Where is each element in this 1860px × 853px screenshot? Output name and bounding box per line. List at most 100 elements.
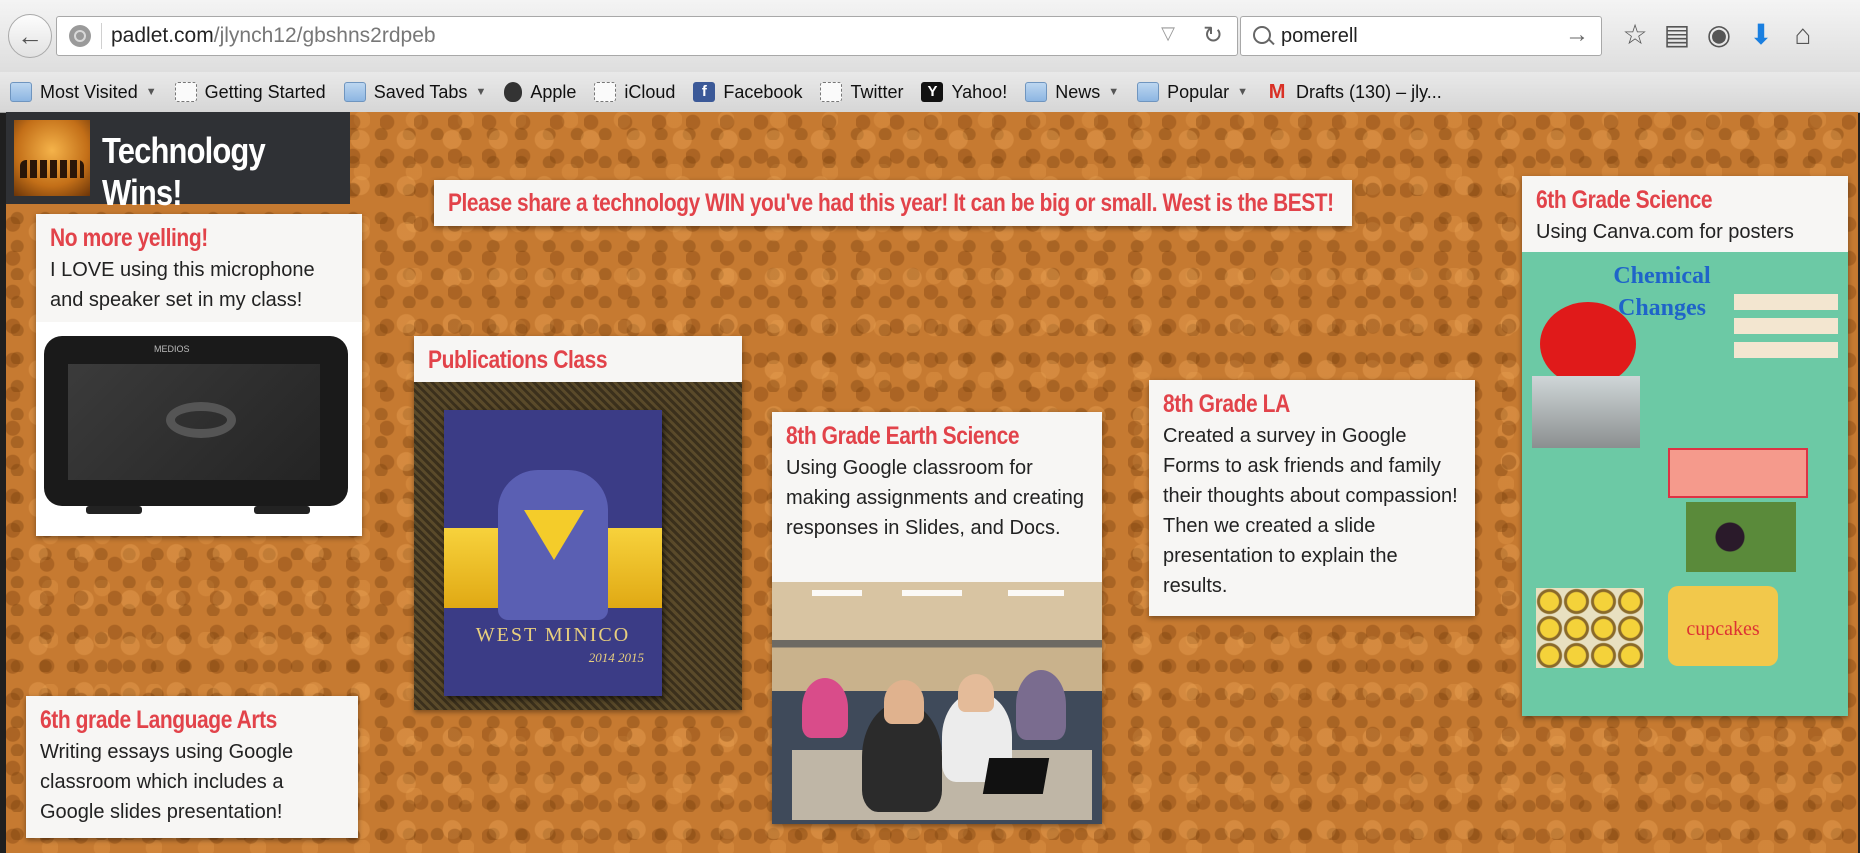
poster-chip	[1734, 342, 1838, 358]
reload-icon[interactable]: ↻	[1203, 21, 1223, 50]
tablet-logo	[166, 402, 236, 438]
padlet-board: Technology Wins! Please share a technolo…	[6, 112, 1858, 853]
page-icon	[820, 82, 843, 102]
bookmark-news[interactable]: News ▼	[1025, 82, 1119, 103]
classroom-photo	[772, 582, 1102, 824]
chevron-down-icon: ▼	[1108, 86, 1120, 98]
gmail-icon: M	[1268, 81, 1286, 103]
url-text[interactable]: padlet.com/jlynch12/gbshns2rdpeb	[111, 24, 436, 48]
post-no-more-yelling[interactable]: No more yelling! I LOVE using this micro…	[36, 214, 362, 536]
canva-poster-image: Chemical Changes cupcakes	[1522, 252, 1848, 716]
yearbook-title: WEST MINICO	[475, 624, 631, 646]
bookmark-label: News	[1055, 81, 1101, 102]
bookmark-saved-tabs[interactable]: Saved Tabs ▼	[343, 81, 487, 103]
board-header[interactable]: Technology Wins!	[6, 112, 350, 213]
bookmark-label: Drafts (130) – jly...	[1296, 81, 1442, 102]
poster-chip	[1734, 318, 1838, 334]
yearbook-year: 2014 2015	[588, 650, 644, 665]
bookmark-star-icon[interactable]: ☆	[1618, 18, 1652, 52]
student-face	[958, 674, 994, 712]
board-description-text: Please share a technology WIN you've had…	[448, 189, 1334, 217]
search-icon	[1253, 26, 1271, 44]
post-8th-grade-la[interactable]: 8th Grade LA Created a survey in Google …	[1149, 380, 1475, 616]
post-body: Using Canva.com for posters	[1536, 221, 1794, 243]
page-icon	[174, 82, 197, 102]
ceiling-light	[902, 590, 962, 596]
board-title: Technology Wins!	[102, 130, 266, 213]
post-title: 6th Grade Science	[1536, 186, 1713, 214]
bookmark-facebook[interactable]: f Facebook	[693, 82, 802, 103]
download-icon[interactable]: ⬇	[1744, 18, 1778, 52]
folder-icon	[10, 82, 32, 102]
ceiling-light	[1008, 590, 1064, 596]
bookmark-getting-started[interactable]: Getting Started	[174, 81, 326, 103]
bookmark-label: Most Visited	[40, 81, 138, 102]
bookmark-gmail-drafts[interactable]: M Drafts (130) – jly...	[1266, 82, 1442, 103]
bookmark-label: Facebook	[723, 81, 803, 102]
bookmark-label: Getting Started	[204, 81, 326, 102]
yearbook-image: WEST MINICO 2014 2015	[414, 382, 742, 710]
post-body: I LOVE using this microphone and speaker…	[50, 259, 315, 311]
post-body: Created a survey in Google Forms to ask …	[1163, 425, 1458, 597]
tablet-foot	[86, 506, 142, 514]
bookmark-yahoo[interactable]: Y Yahoo!	[921, 82, 1007, 103]
post-title: 8th Grade Earth Science	[786, 422, 1020, 450]
search-bar[interactable]: →	[1240, 16, 1602, 56]
cupcakes-label: cupcakes	[1668, 586, 1778, 666]
tablet-image: MEDIOS	[36, 322, 362, 536]
url-path: /jlynch12/gbshns2rdpeb	[213, 24, 436, 47]
bookmark-label: Popular	[1167, 81, 1230, 102]
search-input[interactable]	[1279, 21, 1553, 51]
post-title: No more yelling!	[50, 224, 208, 252]
history-dropdown-icon[interactable]: ▽	[1161, 23, 1175, 44]
address-bar[interactable]: padlet.com/jlynch12/gbshns2rdpeb ▽ ↻	[56, 16, 1238, 56]
search-go-icon[interactable]: →	[1565, 21, 1589, 49]
back-button[interactable]: ←	[8, 14, 52, 58]
folder-icon	[1025, 82, 1048, 102]
post-title: 8th Grade LA	[1163, 390, 1290, 418]
tablet-screen	[68, 364, 320, 480]
ceiling-light	[812, 590, 862, 596]
blackberry-photo	[1686, 502, 1796, 572]
chevron-down-icon: ▼	[1237, 86, 1249, 98]
bookmark-label: Yahoo!	[951, 81, 1008, 102]
bookmark-icloud[interactable]: iCloud	[594, 82, 675, 103]
post-language-arts[interactable]: 6th grade Language Arts Writing essays u…	[26, 696, 358, 838]
url-domain: padlet.com	[111, 24, 214, 47]
folder-icon	[343, 82, 366, 102]
laptop	[982, 758, 1050, 794]
bookmark-label: Saved Tabs	[373, 81, 468, 102]
chevron-down-icon: ▼	[475, 86, 487, 98]
page-icon	[594, 82, 617, 102]
post-6th-grade-science[interactable]: 6th Grade Science Using Canva.com for po…	[1522, 176, 1848, 716]
poster-chip	[1734, 294, 1838, 310]
poster-sign	[1668, 448, 1808, 498]
yahoo-icon: Y	[921, 82, 944, 102]
cupcakes-text: cupcakes	[1686, 618, 1760, 640]
rust-pipe-photo	[1532, 376, 1640, 448]
folder-icon	[1137, 82, 1160, 102]
tablet-foot	[254, 506, 310, 514]
bookmark-twitter[interactable]: Twitter	[820, 82, 903, 103]
post-body: Writing essays using Google classroom wh…	[40, 741, 294, 823]
chevron-down-icon: ▼	[145, 86, 157, 98]
board-logo	[14, 120, 90, 196]
student	[1016, 670, 1066, 740]
reading-list-icon[interactable]: ▤	[1660, 18, 1694, 52]
pocket-icon[interactable]: ◉	[1702, 18, 1736, 52]
browser-window: ← padlet.com/jlynch12/gbshns2rdpeb ▽ ↻ →…	[0, 0, 1860, 853]
poster-circle	[1540, 302, 1636, 386]
url-separator	[101, 23, 102, 49]
post-earth-science[interactable]: 8th Grade Earth Science Using Google cla…	[772, 412, 1102, 824]
bookmarks-bar: Most Visited ▼ Getting Started Saved Tabs…	[0, 72, 1860, 113]
home-icon[interactable]: ⌂	[1786, 18, 1820, 52]
bookmark-most-visited[interactable]: Most Visited ▼	[10, 82, 157, 103]
bookmark-popular[interactable]: Popular ▼	[1137, 82, 1248, 103]
bookmark-apple[interactable]: Apple	[504, 82, 576, 103]
apple-icon	[504, 82, 523, 102]
board-description: Please share a technology WIN you've had…	[434, 180, 1352, 226]
post-publications-class[interactable]: Publications Class WEST MINICO 2014 2015	[414, 336, 742, 710]
bookmark-label: Twitter	[850, 81, 904, 102]
post-body: Using Google classroom for making assign…	[786, 457, 1084, 539]
post-title: Publications Class	[428, 346, 608, 374]
